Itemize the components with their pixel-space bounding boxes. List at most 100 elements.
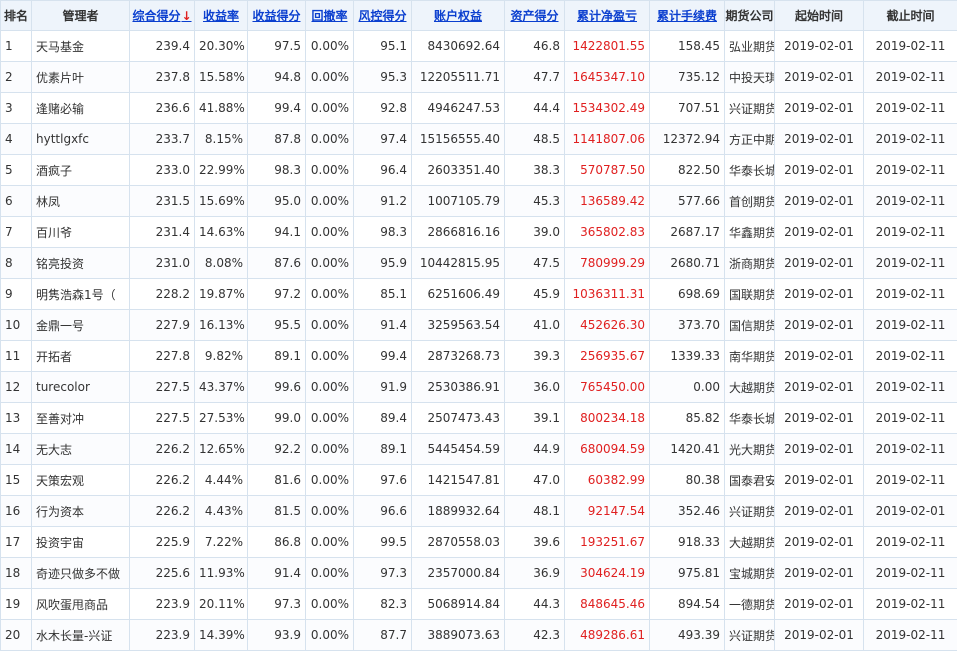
cell-broker: 大越期货	[725, 527, 775, 558]
cell-rank: 9	[1, 279, 32, 310]
cell-drawdown: 0.00%	[306, 248, 354, 279]
cell-risk-score: 97.4	[354, 124, 412, 155]
cell-asset-score: 47.7	[505, 62, 565, 93]
cell-end: 2019-02-11	[864, 403, 957, 434]
cell-end: 2019-02-11	[864, 434, 957, 465]
cell-start: 2019-02-01	[775, 31, 864, 62]
cell-net-pnl: 1534302.49	[565, 93, 650, 124]
cell-drawdown: 0.00%	[306, 186, 354, 217]
cell-manager: 天策宏观	[32, 465, 130, 496]
cell-fee: 577.66	[650, 186, 725, 217]
cell-manager: 至善对冲	[32, 403, 130, 434]
cell-asset-score: 41.0	[505, 310, 565, 341]
cell-composite: 236.6	[130, 93, 195, 124]
cell-start: 2019-02-01	[775, 93, 864, 124]
cell-drawdown: 0.00%	[306, 372, 354, 403]
table-row: 18奇迹只做多不做225.611.93%91.40.00%97.32357000…	[1, 558, 957, 589]
table-row: 19风吹蛋甩商品223.920.11%97.30.00%82.35068914.…	[1, 589, 957, 620]
cell-drawdown: 0.00%	[306, 589, 354, 620]
cell-net-pnl: 765450.00	[565, 372, 650, 403]
cell-return-rate: 4.43%	[195, 496, 248, 527]
cell-manager: 明隽浩森1号（	[32, 279, 130, 310]
cell-net-pnl: 1422801.55	[565, 31, 650, 62]
cell-return-rate: 8.08%	[195, 248, 248, 279]
cell-composite: 231.5	[130, 186, 195, 217]
cell-risk-score: 99.4	[354, 341, 412, 372]
cell-asset-score: 47.0	[505, 465, 565, 496]
cell-start: 2019-02-01	[775, 496, 864, 527]
cell-risk-score: 91.4	[354, 310, 412, 341]
table-row: 15天策宏观226.24.44%81.60.00%97.61421547.814…	[1, 465, 957, 496]
cell-broker: 宝城期货	[725, 558, 775, 589]
cell-drawdown: 0.00%	[306, 62, 354, 93]
cell-return-score: 98.3	[248, 155, 306, 186]
cell-equity: 1889932.64	[412, 496, 505, 527]
cell-equity: 5068914.84	[412, 589, 505, 620]
cell-return-score: 94.1	[248, 217, 306, 248]
header-net-pnl[interactable]: 累计净盈亏	[565, 1, 650, 31]
header-risk-score[interactable]: 风控得分	[354, 1, 412, 31]
cell-return-score: 97.2	[248, 279, 306, 310]
cell-risk-score: 97.3	[354, 558, 412, 589]
cell-end: 2019-02-11	[864, 93, 957, 124]
cell-broker: 兴证期货	[725, 93, 775, 124]
table-row: 5酒疯子233.022.99%98.30.00%96.42603351.4038…	[1, 155, 957, 186]
cell-start: 2019-02-01	[775, 124, 864, 155]
table-row: 10金鼎一号227.916.13%95.50.00%91.43259563.54…	[1, 310, 957, 341]
cell-risk-score: 95.3	[354, 62, 412, 93]
cell-net-pnl: 780999.29	[565, 248, 650, 279]
table-row: 16行为资本226.24.43%81.50.00%96.61889932.644…	[1, 496, 957, 527]
cell-fee: 2687.17	[650, 217, 725, 248]
cell-return-rate: 8.15%	[195, 124, 248, 155]
cell-rank: 10	[1, 310, 32, 341]
cell-return-score: 87.6	[248, 248, 306, 279]
cell-return-rate: 16.13%	[195, 310, 248, 341]
cell-manager: 开拓者	[32, 341, 130, 372]
cell-return-rate: 15.69%	[195, 186, 248, 217]
header-asset-score[interactable]: 资产得分	[505, 1, 565, 31]
header-start: 起始时间	[775, 1, 864, 31]
cell-composite: 223.9	[130, 589, 195, 620]
cell-net-pnl: 848645.46	[565, 589, 650, 620]
cell-broker: 国泰君安	[725, 465, 775, 496]
header-drawdown[interactable]: 回撤率	[306, 1, 354, 31]
cell-return-score: 95.0	[248, 186, 306, 217]
cell-rank: 14	[1, 434, 32, 465]
header-composite-label: 综合得分	[132, 9, 180, 23]
cell-risk-score: 98.3	[354, 217, 412, 248]
cell-return-score: 94.8	[248, 62, 306, 93]
cell-fee: 2680.71	[650, 248, 725, 279]
cell-composite: 225.6	[130, 558, 195, 589]
cell-manager: 金鼎一号	[32, 310, 130, 341]
cell-composite: 233.7	[130, 124, 195, 155]
cell-risk-score: 95.9	[354, 248, 412, 279]
cell-fee: 735.12	[650, 62, 725, 93]
cell-asset-score: 36.0	[505, 372, 565, 403]
header-row: 排名 管理者 综合得分↓ 收益率 收益得分 回撤率 风控得分 账户权益 资产得分…	[1, 1, 957, 31]
cell-net-pnl: 570787.50	[565, 155, 650, 186]
cell-manager: 逢赌必输	[32, 93, 130, 124]
cell-composite: 225.9	[130, 527, 195, 558]
cell-end: 2019-02-11	[864, 527, 957, 558]
cell-asset-score: 39.1	[505, 403, 565, 434]
cell-risk-score: 92.8	[354, 93, 412, 124]
cell-rank: 11	[1, 341, 32, 372]
cell-net-pnl: 92147.54	[565, 496, 650, 527]
cell-broker: 首创期货	[725, 186, 775, 217]
cell-start: 2019-02-01	[775, 341, 864, 372]
cell-risk-score: 91.9	[354, 372, 412, 403]
cell-broker: 华泰长城	[725, 403, 775, 434]
cell-start: 2019-02-01	[775, 155, 864, 186]
cell-asset-score: 36.9	[505, 558, 565, 589]
cell-broker: 兴证期货	[725, 496, 775, 527]
cell-equity: 2866816.16	[412, 217, 505, 248]
header-return-score[interactable]: 收益得分	[248, 1, 306, 31]
header-equity[interactable]: 账户权益	[412, 1, 505, 31]
cell-manager: turecolor	[32, 372, 130, 403]
cell-drawdown: 0.00%	[306, 279, 354, 310]
header-fee[interactable]: 累计手续费	[650, 1, 725, 31]
header-composite-score[interactable]: 综合得分↓	[130, 1, 195, 31]
cell-net-pnl: 1645347.10	[565, 62, 650, 93]
header-return-rate[interactable]: 收益率	[195, 1, 248, 31]
cell-rank: 8	[1, 248, 32, 279]
